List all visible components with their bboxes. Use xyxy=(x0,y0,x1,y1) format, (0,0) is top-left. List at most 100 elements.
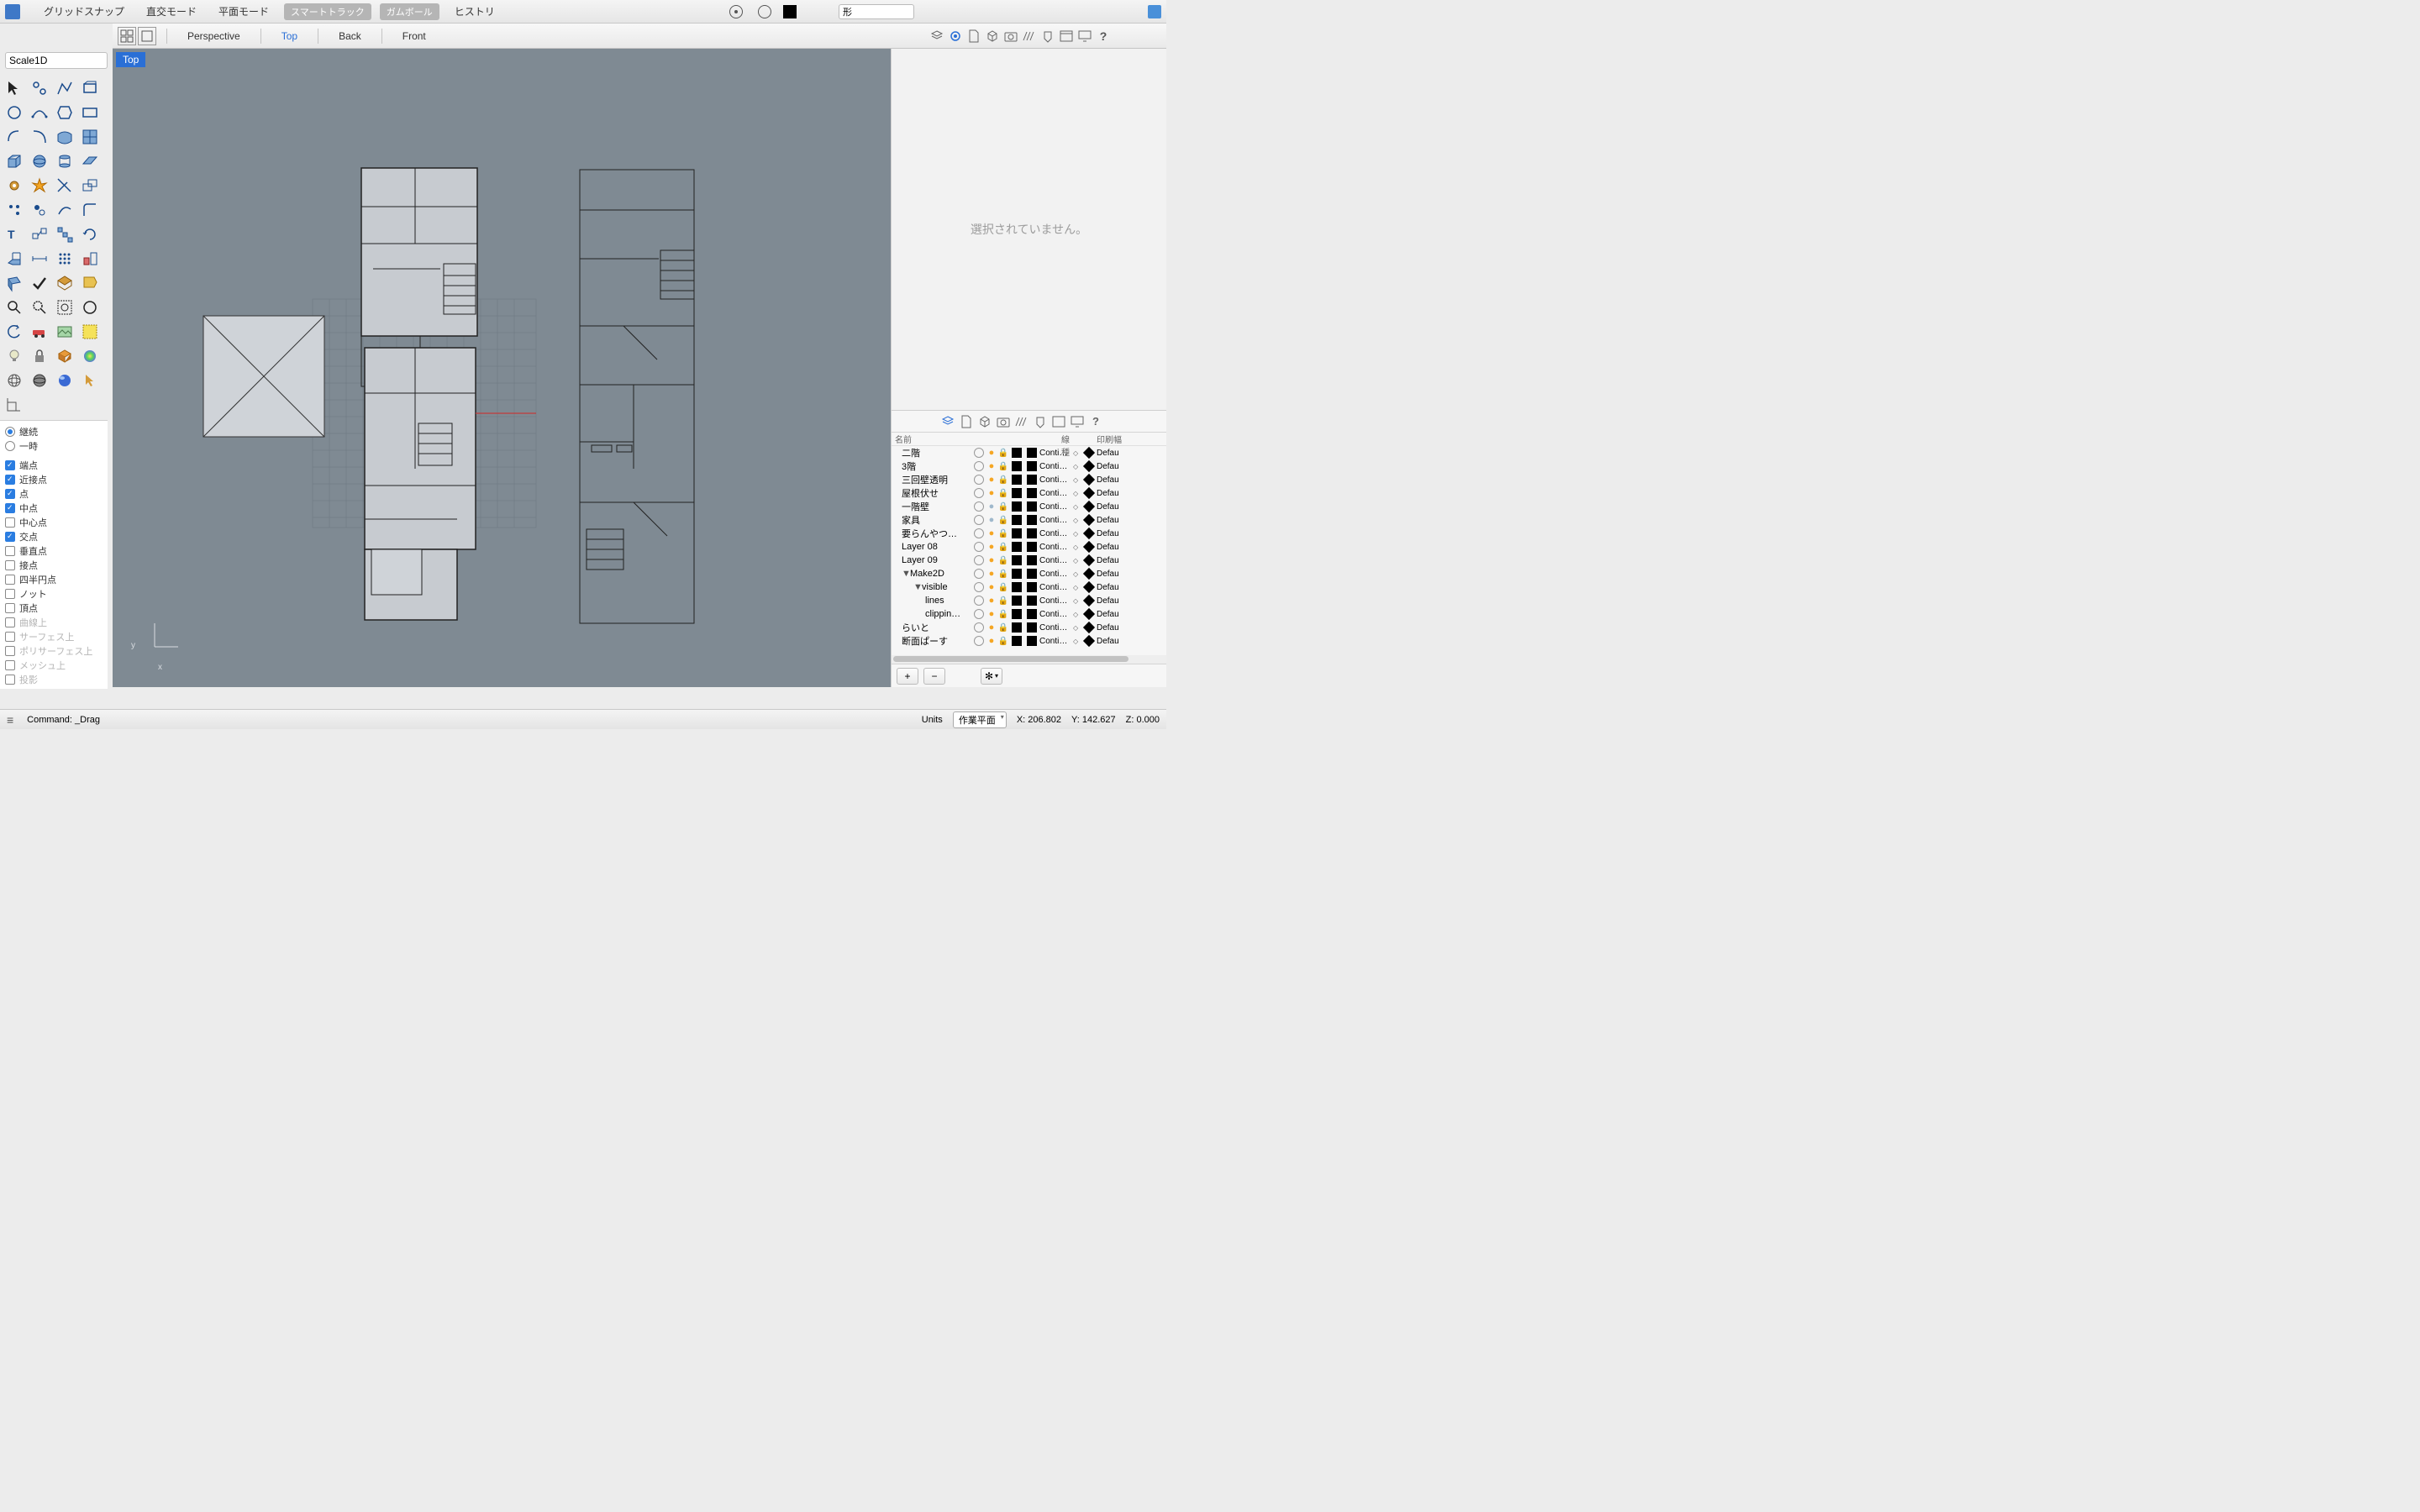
box-tab-icon[interactable] xyxy=(977,414,992,429)
menu-smarttrack[interactable]: スマートトラック xyxy=(284,3,371,20)
cam-tab-icon[interactable] xyxy=(996,414,1011,429)
arc-tool[interactable] xyxy=(3,126,25,148)
fillet-tool[interactable] xyxy=(79,199,101,221)
zoomext-tool[interactable] xyxy=(54,297,76,318)
osnap-check-10[interactable]: 頂点 xyxy=(5,601,103,615)
osnap-check-0[interactable]: 端点 xyxy=(5,458,103,472)
select-tool[interactable] xyxy=(79,321,101,343)
point-tool[interactable] xyxy=(3,199,25,221)
layer-row[interactable]: Layer 09 ● 🔒 Conti…◇ Defau xyxy=(892,554,1166,567)
polygon-tool[interactable] xyxy=(54,102,76,123)
four-view-icon[interactable] xyxy=(118,27,136,45)
dim-tool[interactable] xyxy=(29,248,50,270)
osnap-check-7[interactable]: 接点 xyxy=(5,558,103,572)
single-view-icon[interactable] xyxy=(138,27,156,45)
menu-gumball[interactable]: ガムボール xyxy=(380,3,439,20)
rectangle-tool[interactable] xyxy=(79,77,101,99)
menu-ortho[interactable]: 直交モード xyxy=(139,3,203,20)
display-icon[interactable] xyxy=(1077,29,1092,44)
color-tool[interactable] xyxy=(79,345,101,367)
osnap-check-2[interactable]: 点 xyxy=(5,486,103,501)
array-tool[interactable] xyxy=(54,248,76,270)
pointer-tool[interactable] xyxy=(3,77,25,99)
bend-tool[interactable] xyxy=(54,199,76,221)
shape-tool[interactable] xyxy=(79,272,101,294)
osnap-radio-0[interactable]: 継続 xyxy=(5,424,103,438)
wire-tool[interactable] xyxy=(3,370,25,391)
osnap-check-1[interactable]: 近接点 xyxy=(5,472,103,486)
layer-row[interactable]: Layer 08 ● 🔒 Conti…◇ Defau xyxy=(892,540,1166,554)
plane-tool[interactable] xyxy=(79,150,101,172)
cplane-tool[interactable] xyxy=(3,394,25,416)
loft-tool[interactable] xyxy=(3,272,25,294)
lightbulb-tool[interactable] xyxy=(3,345,25,367)
menu-gridsnap[interactable]: グリッドスナップ xyxy=(37,3,131,20)
properties-icon[interactable] xyxy=(948,29,963,44)
layer-settings-button[interactable]: ✻▾ xyxy=(981,668,1002,685)
zoomwin-tool[interactable] xyxy=(79,297,101,318)
polyline-tool[interactable] xyxy=(54,77,76,99)
mesh-tool[interactable] xyxy=(54,272,76,294)
osnap-check-4[interactable]: 中心点 xyxy=(5,515,103,529)
curve-tool[interactable] xyxy=(29,102,50,123)
rect2-tool[interactable] xyxy=(79,102,101,123)
arc2-tool[interactable] xyxy=(29,126,50,148)
sphere-tool[interactable] xyxy=(29,150,50,172)
layer-row[interactable]: らいと ● 🔒 Conti…◇ Defau xyxy=(892,621,1166,634)
box-tool[interactable] xyxy=(3,150,25,172)
undo-tool[interactable] xyxy=(3,321,25,343)
osnap-check-5[interactable]: 交点 xyxy=(5,529,103,543)
disp-tab-icon[interactable] xyxy=(1070,414,1085,429)
material-tool[interactable] xyxy=(54,345,76,367)
shade-tool[interactable] xyxy=(29,370,50,391)
viewport[interactable]: Top xyxy=(113,49,891,687)
cplane-selector[interactable]: 作業平面 xyxy=(953,711,1007,728)
help-tab-icon[interactable]: ? xyxy=(1088,414,1103,429)
help-icon[interactable]: ? xyxy=(1096,29,1111,44)
layers-list[interactable]: 二階 ● 🔒 Conti…◇ Defau3階 ● 🔒 Conti…◇ Defau… xyxy=(892,446,1166,655)
car-tool[interactable] xyxy=(29,321,50,343)
layer-row[interactable]: 二階 ● 🔒 Conti…◇ Defau xyxy=(892,446,1166,459)
pointon-tool[interactable] xyxy=(29,199,50,221)
camera-icon[interactable] xyxy=(1003,29,1018,44)
light-tab-icon[interactable] xyxy=(1033,414,1048,429)
check-tool[interactable] xyxy=(29,272,50,294)
circle-icon[interactable] xyxy=(758,5,771,18)
layer-row[interactable]: 一階壁 ● 🔒 Conti…◇ Defau xyxy=(892,500,1166,513)
layer-row[interactable]: 家具 ● 🔒 Conti…◇ Defau xyxy=(892,513,1166,527)
osnap-check-6[interactable]: 垂直点 xyxy=(5,543,103,558)
menu-icon[interactable]: ≡ xyxy=(7,713,13,727)
light-icon[interactable] xyxy=(1040,29,1055,44)
move-tool[interactable] xyxy=(29,223,50,245)
layer-row[interactable]: 断面ぱーす ● 🔒 Conti…◇ Defau xyxy=(892,634,1166,648)
doc-tab-icon[interactable] xyxy=(959,414,974,429)
record-icon[interactable] xyxy=(729,5,743,18)
layer-row[interactable]: 要らんやつ… ● 🔒 Conti…◇ Defau xyxy=(892,527,1166,540)
text-tool[interactable]: T xyxy=(3,223,25,245)
cylinder-tool[interactable] xyxy=(54,150,76,172)
right-app-icon[interactable] xyxy=(1148,5,1161,18)
cursor-tool[interactable] xyxy=(79,370,101,391)
extrude-tool[interactable] xyxy=(3,248,25,270)
layer-row[interactable]: 屋根伏せ ● 🔒 Conti…◇ Defau xyxy=(892,486,1166,500)
osnap-check-8[interactable]: 四半円点 xyxy=(5,572,103,586)
circle-tool[interactable] xyxy=(3,102,25,123)
render-tool[interactable] xyxy=(54,370,76,391)
layer-row[interactable]: lines ● 🔒 Conti…◇ Defau xyxy=(892,594,1166,607)
layers-icon[interactable] xyxy=(929,29,944,44)
document-icon[interactable] xyxy=(966,29,981,44)
menu-history[interactable]: ヒストリ xyxy=(448,3,502,20)
tab-back[interactable]: Back xyxy=(327,27,373,45)
lock-tool[interactable] xyxy=(29,345,50,367)
lasso-tool[interactable] xyxy=(29,77,50,99)
tab-perspective[interactable]: Perspective xyxy=(176,27,252,45)
surf-tool[interactable] xyxy=(54,126,76,148)
picture-tool[interactable] xyxy=(54,321,76,343)
shape-dropdown[interactable]: 形 xyxy=(839,4,914,19)
grid-tool[interactable] xyxy=(79,126,101,148)
selzoom-tool[interactable] xyxy=(29,297,50,318)
add-layer-button[interactable]: + xyxy=(897,668,918,685)
layers-h-scroll[interactable] xyxy=(892,655,1166,664)
gear-tool[interactable] xyxy=(3,175,25,197)
delete-layer-button[interactable]: − xyxy=(923,668,945,685)
